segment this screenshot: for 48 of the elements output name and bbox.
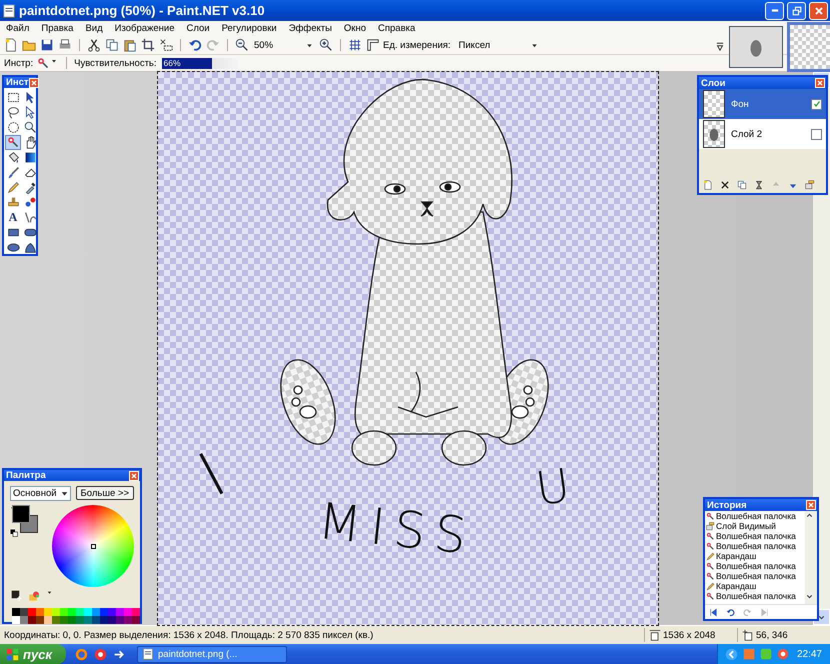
history-item[interactable]: Волшебная палочка xyxy=(705,561,805,571)
history-item[interactable]: Слой Видимый xyxy=(705,521,805,531)
window-title: paintdotnet.png (50%) - Paint.NET v3.10 xyxy=(19,3,266,18)
history-item[interactable]: Карандаш xyxy=(705,581,805,591)
status-text: Координаты: 0, 0. Размер выделения: 1536 x 2048. Площадь: 2 570 835 пиксел (кв.) xyxy=(3,630,374,640)
panel-title: Слои xyxy=(701,78,726,88)
tool-label: Инстр: xyxy=(4,58,34,68)
zoom-dropdown[interactable]: 50% xyxy=(252,38,316,52)
menu-item[interactable]: Регулировки xyxy=(216,23,283,34)
sensitivity-label: Чувствительность: xyxy=(74,58,157,68)
menu-item[interactable]: Вид xyxy=(79,23,109,34)
history-item[interactable]: Волшебная палочка xyxy=(705,571,805,581)
taskbar-button[interactable]: paintdotnet.png (... xyxy=(137,646,287,662)
palette-name: Основной xyxy=(13,488,57,499)
units-label: Ед. измерения: xyxy=(383,40,451,50)
menu-item[interactable]: Окно xyxy=(338,23,372,34)
menu-item[interactable]: Справка xyxy=(372,23,422,34)
menu-item[interactable]: Правка xyxy=(35,23,80,34)
menu-item[interactable]: Слои xyxy=(180,23,216,34)
panel-title: Палитра xyxy=(6,470,46,481)
history-item[interactable]: Волшебная палочка xyxy=(705,541,805,551)
units-value: Пиксел xyxy=(458,40,490,50)
menu-item[interactable]: Изображение xyxy=(108,23,180,34)
menu-item[interactable]: Эффекты xyxy=(282,23,338,34)
menu-item[interactable]: Файл xyxy=(0,23,36,34)
zoom-value: 50% xyxy=(254,40,274,50)
layer-row[interactable]: Фон xyxy=(699,89,826,119)
image-canvas[interactable]: I MISS U xyxy=(158,72,658,625)
more-button[interactable]: Больше >> xyxy=(76,486,134,500)
panel-title: История xyxy=(707,500,747,510)
cursor-position: 56, 346 xyxy=(756,630,788,640)
palette-dropdown[interactable]: Основной xyxy=(10,486,71,501)
history-item[interactable]: Волшебная палочка xyxy=(705,511,805,521)
layer-row[interactable]: Слой 2 xyxy=(699,119,826,149)
history-item[interactable]: Волшебная палочка xyxy=(705,531,805,541)
image-size: 1536 x 2048 xyxy=(663,630,716,640)
tool-button[interactable]: A xyxy=(5,210,21,225)
clock: 22:47 xyxy=(796,648,822,660)
units-dropdown[interactable]: Пиксел xyxy=(456,38,541,52)
panel-title: Инст xyxy=(6,77,29,88)
history-item[interactable]: Волшебная палочка xyxy=(705,591,805,601)
sensitivity-fill: 66% xyxy=(162,58,212,68)
sensitivity-slider[interactable]: 66% xyxy=(162,58,238,68)
start-button[interactable]: пуск xyxy=(0,644,66,664)
handwritten-text: I xyxy=(190,443,235,507)
history-item[interactable]: Карандаш xyxy=(705,551,805,561)
handwritten-text: MISS xyxy=(316,496,478,562)
handwritten-text: U xyxy=(532,462,573,512)
